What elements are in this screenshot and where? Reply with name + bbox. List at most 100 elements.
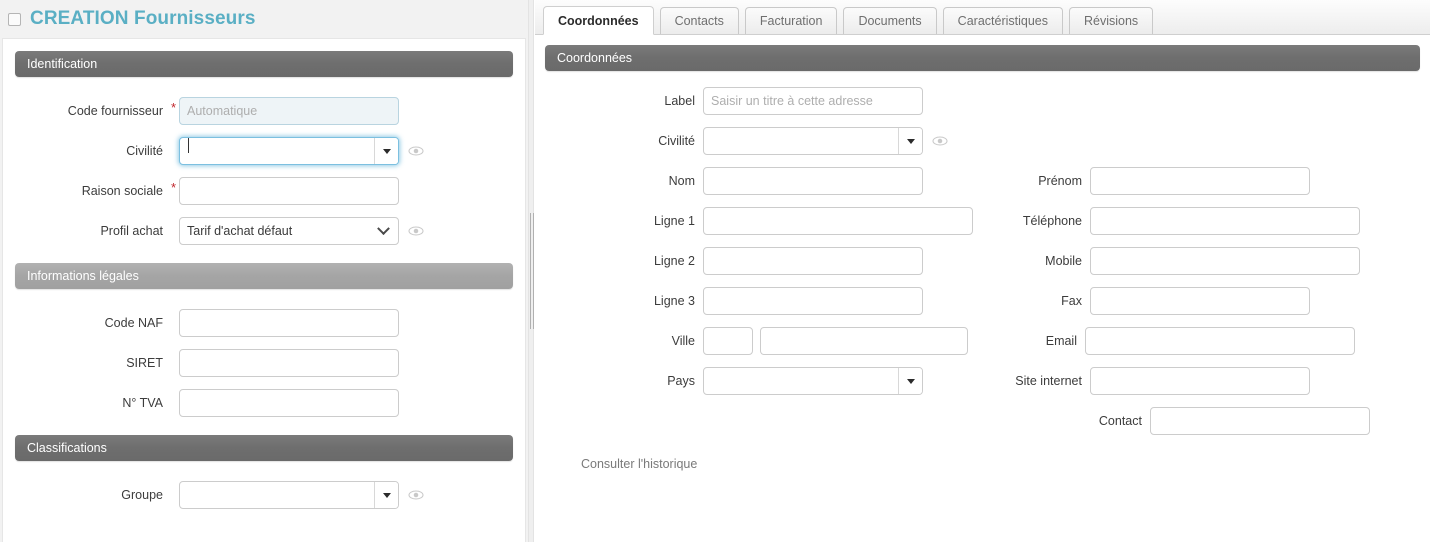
left-form-card: Identification Code fournisseur * Civili… (2, 38, 526, 542)
tab-coordonnees-label: Coordonnées (558, 13, 639, 28)
eye-icon[interactable] (408, 143, 424, 159)
tab-facturation-label: Facturation (759, 14, 823, 28)
field-row-code-naf: Code NAF * (3, 303, 525, 343)
label-profil-achat: Profil achat (100, 224, 163, 238)
input-telephone[interactable] (1090, 207, 1360, 235)
pane-splitter[interactable] (528, 0, 534, 542)
input-mobile[interactable] (1090, 247, 1360, 275)
select-profil-achat[interactable]: Tarif d'achat défaut (179, 217, 399, 245)
label-code-naf: Code NAF (104, 316, 163, 330)
tab-revisions-label: Révisions (1084, 14, 1139, 28)
label-site-internet: Site internet (1015, 374, 1082, 388)
section-title-classifications: Classifications (27, 441, 107, 455)
input-site-internet[interactable] (1090, 367, 1310, 395)
section-header-classifications: Classifications (15, 435, 513, 461)
label-fax: Fax (1061, 294, 1082, 308)
label-pays: Pays (667, 374, 695, 388)
title-checkbox[interactable] (8, 12, 21, 26)
tab-facturation[interactable]: Facturation (744, 7, 838, 34)
splitter-grip[interactable] (530, 213, 534, 329)
eye-icon[interactable] (932, 133, 948, 149)
field-row-profil-achat: Profil achat * Tarif d'achat défaut (3, 211, 525, 251)
input-groupe[interactable] (180, 482, 374, 508)
tab-caracteristiques-label: Caractéristiques (957, 14, 1048, 28)
left-pane: CREATION Fournisseurs Identification Cod… (0, 0, 528, 542)
label-raison-sociale: Raison sociale (81, 184, 163, 198)
required-marker-code-fournisseur: * (171, 100, 177, 115)
field-row-ligne2-mobile: Ligne 2 Mobile (535, 241, 1430, 281)
tab-coordonnees[interactable]: Coordonnées (543, 6, 654, 35)
required-marker-civilite-none: * (171, 141, 179, 154)
field-row-nom-prenom: Nom Prénom (535, 161, 1430, 201)
input-contact[interactable] (1150, 407, 1370, 435)
tab-contacts[interactable]: Contacts (659, 7, 739, 34)
input-email[interactable] (1085, 327, 1355, 355)
consult-history-link[interactable]: Consulter l'historique (581, 457, 697, 471)
required-marker-groupe-none: * (171, 485, 179, 498)
input-raison-sociale[interactable] (179, 177, 399, 205)
combo-civilite[interactable] (179, 137, 399, 165)
input-ligne1[interactable] (703, 207, 973, 235)
input-coord-civilite[interactable] (704, 128, 898, 154)
pays-dropdown-arrow-button[interactable] (898, 368, 922, 394)
label-siret: SIRET (126, 356, 163, 370)
label-coord-civilite: Civilité (658, 134, 695, 148)
label-telephone: Téléphone (1022, 214, 1082, 228)
tab-contacts-label: Contacts (674, 14, 724, 28)
input-siret[interactable] (179, 349, 399, 377)
supplier-creation-screen: CREATION Fournisseurs Identification Cod… (0, 0, 1430, 542)
section-title-identification: Identification (27, 57, 98, 71)
required-marker-code-naf-none: * (171, 313, 179, 326)
required-marker-profil-achat-none: * (171, 221, 179, 234)
groupe-dropdown-arrow-button[interactable] (374, 482, 398, 508)
label-mobile: Mobile (1045, 254, 1082, 268)
field-row-ligne1-telephone: Ligne 1 Téléphone (535, 201, 1430, 241)
right-body: Coordonnées Label Civilité (535, 35, 1430, 542)
combo-coord-civilite[interactable] (703, 127, 923, 155)
input-code-fournisseur[interactable] (179, 97, 399, 125)
section-header-coordonnees: Coordonnées (545, 45, 1420, 71)
field-row-code-fournisseur: Code fournisseur * (3, 91, 525, 131)
label-code-fournisseur: Code fournisseur (67, 104, 163, 118)
tab-documents-label: Documents (858, 14, 922, 28)
label-civilite: Civilité (126, 144, 163, 158)
eye-icon[interactable] (408, 223, 424, 239)
required-marker-siret-none: * (171, 353, 179, 366)
input-ligne2[interactable] (703, 247, 923, 275)
required-marker-n-tva-none: * (171, 393, 179, 406)
field-row-civilite: Civilité * (3, 131, 525, 171)
label-ligne3: Ligne 3 (653, 294, 695, 308)
combo-groupe[interactable] (179, 481, 399, 509)
tab-revisions[interactable]: Révisions (1069, 7, 1154, 34)
input-fax[interactable] (1090, 287, 1310, 315)
civilite-dropdown-arrow-button[interactable] (374, 138, 398, 164)
input-n-tva[interactable] (179, 389, 399, 417)
field-row-n-tva: N° TVA * (3, 383, 525, 423)
input-ligne3[interactable] (703, 287, 923, 315)
tab-documents[interactable]: Documents (843, 7, 937, 34)
label-groupe: Groupe (121, 488, 163, 502)
input-prenom[interactable] (1090, 167, 1310, 195)
input-ville-name[interactable] (760, 327, 968, 355)
label-email: Email (1045, 334, 1077, 348)
label-prenom: Prénom (1038, 174, 1082, 188)
input-label[interactable] (703, 87, 923, 115)
input-nom[interactable] (703, 167, 923, 195)
input-ville-code[interactable] (703, 327, 753, 355)
tab-strip: Coordonnées Contacts Facturation Documen… (535, 0, 1430, 35)
page-title: CREATION Fournisseurs (30, 8, 256, 29)
label-contact: Contact (1098, 414, 1142, 428)
section-header-identification: Identification (15, 51, 513, 77)
tab-caracteristiques[interactable]: Caractéristiques (942, 7, 1063, 34)
coord-civilite-dropdown-arrow-button[interactable] (898, 128, 922, 154)
input-civilite[interactable] (180, 138, 374, 164)
field-row-contact: Contact (535, 401, 1430, 441)
eye-icon[interactable] (408, 487, 424, 503)
label-ligne1: Ligne 1 (653, 214, 695, 228)
input-code-naf[interactable] (179, 309, 399, 337)
input-pays[interactable] (704, 368, 898, 394)
coordonnees-form: Label Civilité (535, 71, 1430, 473)
combo-pays[interactable] (703, 367, 923, 395)
field-row-raison-sociale: Raison sociale * (3, 171, 525, 211)
field-row-pays-site: Pays Site internet (535, 361, 1430, 401)
